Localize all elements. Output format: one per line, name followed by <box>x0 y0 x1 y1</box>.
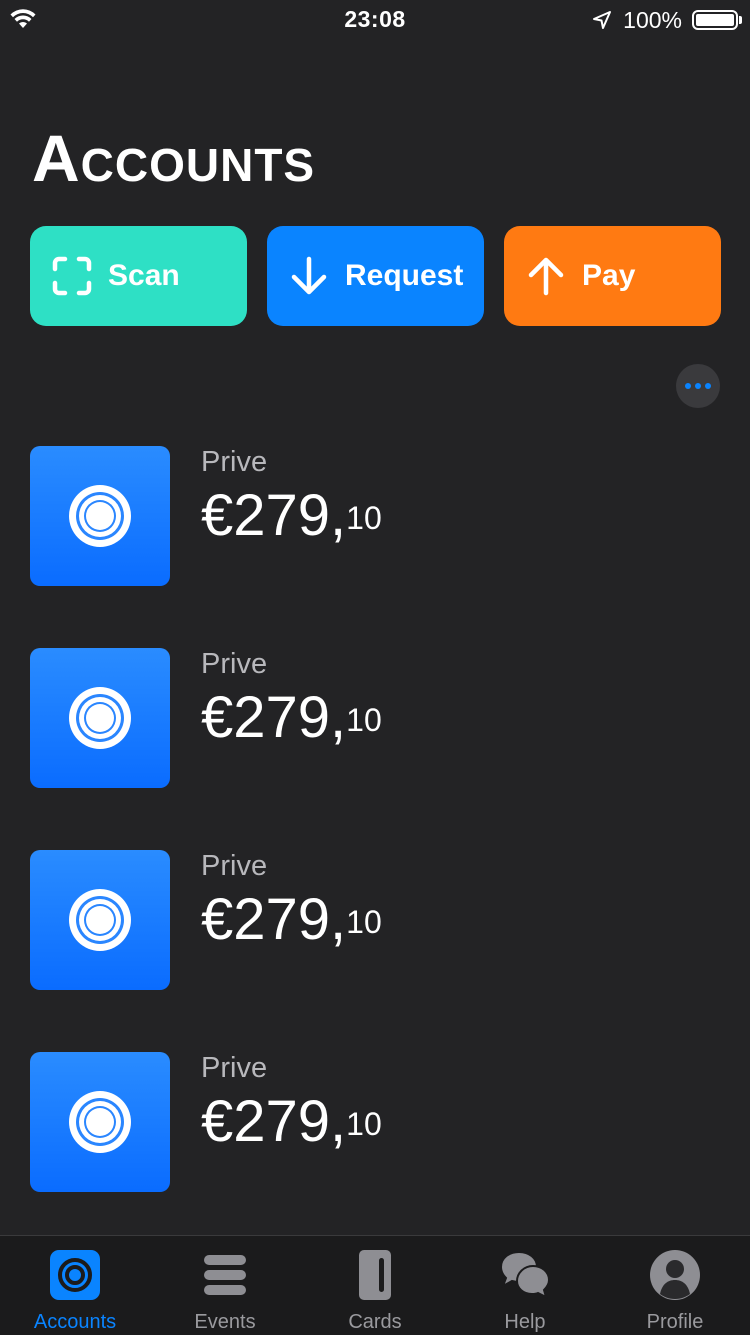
scan-button[interactable]: Scan <box>30 226 247 326</box>
account-name: Prive <box>201 1052 268 1084</box>
tab-profile[interactable]: Profile <box>600 1236 750 1335</box>
tab-help[interactable]: Help <box>450 1236 600 1335</box>
account-tile <box>30 1052 170 1192</box>
accounts-icon <box>49 1249 101 1301</box>
account-list: Prive €279,10 Prive €279,10 Prive €279,1… <box>30 446 720 1254</box>
account-balance: €279,10 <box>201 484 382 548</box>
request-label: Request <box>345 259 464 292</box>
action-row: Scan Request Pay <box>30 226 721 326</box>
balance-main: €279, <box>201 887 347 952</box>
pay-button[interactable]: Pay <box>504 226 721 326</box>
balance-main: €279, <box>201 1089 347 1154</box>
battery-fill <box>696 14 734 26</box>
battery-percent: 100% <box>623 6 682 33</box>
more-dot-icon <box>705 383 711 389</box>
scan-icon <box>50 254 94 298</box>
account-balance: €279,10 <box>201 1090 382 1154</box>
arrow-up-icon <box>524 254 568 298</box>
tab-label: Cards <box>348 1311 402 1333</box>
account-item[interactable]: Prive €279,10 <box>30 648 720 788</box>
pay-label: Pay <box>582 259 636 292</box>
account-ring-icon <box>69 485 131 547</box>
status-right: 100% <box>591 6 742 34</box>
more-options-button[interactable] <box>676 364 720 408</box>
account-ring-icon <box>69 1091 131 1153</box>
request-button[interactable]: Request <box>267 226 484 326</box>
balance-cents: 10 <box>346 1106 382 1142</box>
balance-cents: 10 <box>346 500 382 536</box>
balance-cents: 10 <box>346 904 382 940</box>
account-item[interactable]: Prive €279,10 <box>30 1052 720 1192</box>
arrow-down-icon <box>287 254 331 298</box>
location-arrow-icon <box>593 11 612 29</box>
tab-label: Help <box>504 1311 546 1333</box>
help-icon <box>499 1249 551 1301</box>
tab-bar: Accounts Events Cards Help Profile <box>0 1235 750 1335</box>
balance-cents: 10 <box>346 702 382 738</box>
account-tile <box>30 648 170 788</box>
more-dot-icon <box>695 383 701 389</box>
account-name: Prive <box>201 648 268 680</box>
account-item[interactable]: Prive €279,10 <box>30 850 720 990</box>
account-balance: €279,10 <box>201 686 382 750</box>
events-icon <box>199 1249 251 1301</box>
tab-label: Accounts <box>33 1311 117 1333</box>
tab-accounts[interactable]: Accounts <box>0 1236 150 1335</box>
account-tile <box>30 850 170 990</box>
tab-label: Profile <box>646 1311 704 1333</box>
tab-cards[interactable]: Cards <box>300 1236 450 1335</box>
account-name: Prive <box>201 446 268 478</box>
page-title: Accounts <box>32 121 316 195</box>
cards-icon <box>349 1249 401 1301</box>
account-ring-icon <box>69 687 131 749</box>
account-tile <box>30 446 170 586</box>
tab-label: Events <box>194 1311 256 1333</box>
account-ring-icon <box>69 889 131 951</box>
scan-label: Scan <box>108 259 180 292</box>
more-dot-icon <box>685 383 691 389</box>
balance-main: €279, <box>201 483 347 548</box>
balance-main: €279, <box>201 685 347 750</box>
account-name: Prive <box>201 850 268 882</box>
status-bar: 23:08 100% <box>0 0 750 40</box>
account-balance: €279,10 <box>201 888 382 952</box>
tab-events[interactable]: Events <box>150 1236 300 1335</box>
account-item[interactable]: Prive €279,10 <box>30 446 720 586</box>
battery-icon <box>692 10 742 30</box>
profile-icon <box>649 1249 701 1301</box>
